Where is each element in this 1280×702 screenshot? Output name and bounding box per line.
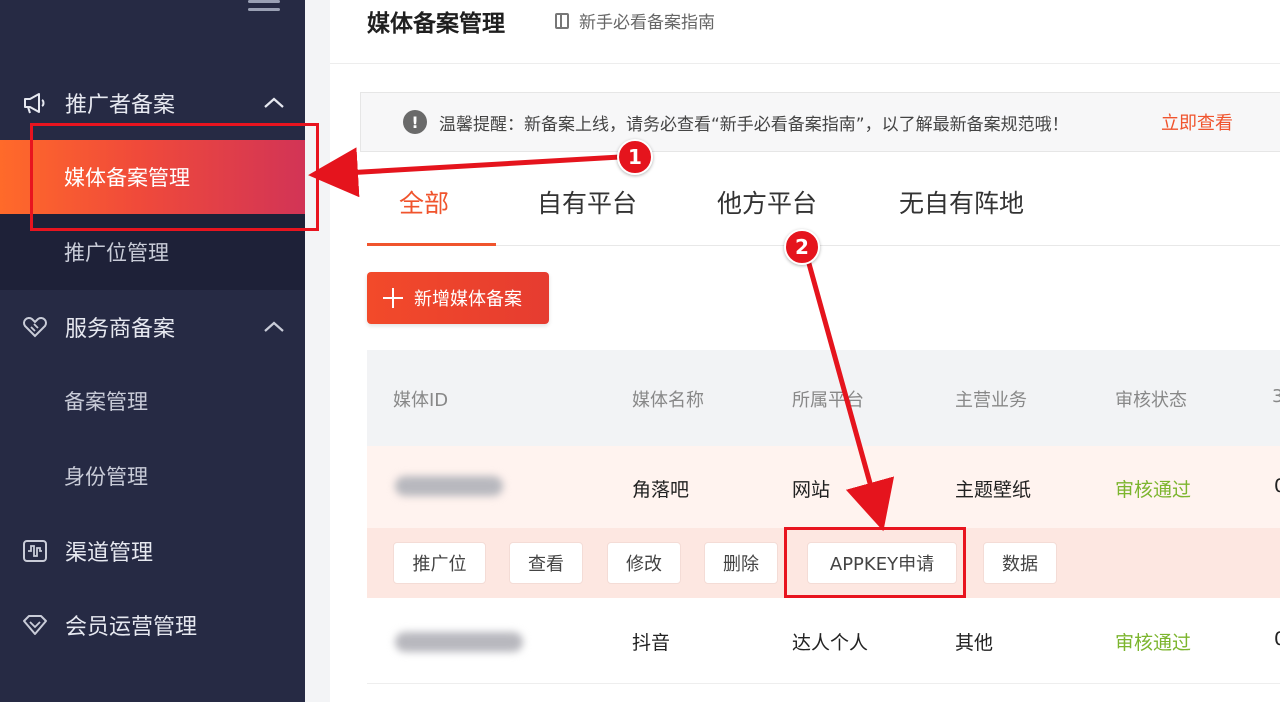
tab-all[interactable]: 全部 [399,184,449,220]
sidebar-group-provider-filing[interactable]: 服务商备案 [0,290,305,364]
cell-business: 其他 [955,632,994,654]
handshake-icon [22,314,48,340]
column-header-review-status: 审核状态 [1115,390,1187,411]
chevron-up-icon [264,321,284,332]
sidebar-item-label: 备案管理 [64,390,148,414]
sidebar-group-label: 服务商备案 [65,317,176,342]
column-header-extra: 3 [1272,386,1280,407]
waveform-icon [22,538,48,564]
cell-media-name: 角落吧 [632,479,690,501]
tab-own-platform[interactable]: 自有平台 [537,184,637,220]
cell-business: 主题壁纸 [955,479,1032,501]
cell-status: 审核通过 [1115,632,1192,654]
notice-banner: ! 温馨提醒：新备案上线，请务必查看“新手必看备案指南”，以了解最新备案规范哦！… [360,92,1280,152]
step-badge-1: 1 [617,139,653,175]
blurred-media-id [395,476,503,496]
blurred-media-id [395,632,523,652]
guide-link-label: 新手必看备案指南 [579,13,715,33]
filter-tabs: 全部 自有平台 他方平台 无自有阵地 [367,170,1280,246]
notice-view-link[interactable]: 立即查看 [1161,109,1233,135]
sidebar-group-member-ops[interactable]: 会员运营管理 [0,588,305,662]
column-header-platform: 所属平台 [792,390,864,411]
sidebar-group-label: 会员运营管理 [65,615,198,640]
sidebar-item-filing-mgmt[interactable]: 备案管理 [0,364,305,438]
table-row: 抖音 达人个人 其他 审核通过 0 [367,598,1280,684]
sidebar-group-label: 渠道管理 [65,541,154,566]
cell-platform: 网站 [792,479,831,501]
add-button-label: 新增媒体备案 [414,289,522,310]
edit-button[interactable]: 修改 [607,542,681,584]
cell-media-name: 抖音 [632,632,671,654]
highlight-box-media-filing [30,123,319,231]
sidebar-item-label: 推广位管理 [64,241,169,265]
guide-link[interactable]: 新手必看备案指南 [555,8,715,33]
ad-slot-button[interactable]: 推广位 [393,542,486,584]
table-row: 角落吧 网站 主题壁纸 审核通过 0 [367,446,1280,528]
book-icon [555,12,569,29]
sidebar-group-label: 推广者备案 [65,93,176,118]
view-button[interactable]: 查看 [509,542,583,584]
active-tab-indicator [367,243,496,246]
add-media-filing-button[interactable]: 新增媒体备案 [367,272,549,324]
menu-toggle-icon[interactable] [248,0,280,14]
step-badge-2: 2 [784,229,820,265]
sidebar-group-channel-mgmt[interactable]: 渠道管理 [0,514,305,588]
highlight-box-appkey [784,527,966,598]
sidebar-item-identity-mgmt[interactable]: 身份管理 [0,439,305,513]
data-button[interactable]: 数据 [983,542,1057,584]
page-title: 媒体备案管理 [367,11,505,37]
warning-icon: ! [403,110,427,134]
cell-status: 审核通过 [1115,479,1192,501]
table-header: 媒体ID 媒体名称 所属平台 主营业务 审核状态 3 [367,350,1280,446]
tab-no-own-base[interactable]: 无自有阵地 [899,184,1024,220]
notice-text: 温馨提醒：新备案上线，请务必查看“新手必看备案指南”，以了解最新备案规范哦！ [439,114,1069,135]
sidebar-item-label: 身份管理 [64,465,148,489]
cell-extra: 0 [1274,475,1280,497]
cell-extra: 0 [1274,628,1280,650]
diamond-heart-icon [22,612,48,638]
cell-platform: 达人个人 [792,632,869,654]
megaphone-icon [22,90,48,116]
chevron-up-icon [264,97,284,108]
delete-button[interactable]: 删除 [704,542,778,584]
column-header-business: 主营业务 [955,390,1027,411]
divider [330,63,1280,64]
column-header-media-name: 媒体名称 [632,390,704,411]
column-header-media-id: 媒体ID [393,390,449,411]
plus-icon [383,288,403,308]
sidebar: 推广者备案 媒体备案管理 推广位管理 服务商备案 备案管理 身份管理 渠道管理 … [0,0,305,702]
tab-third-party-platform[interactable]: 他方平台 [717,184,817,220]
